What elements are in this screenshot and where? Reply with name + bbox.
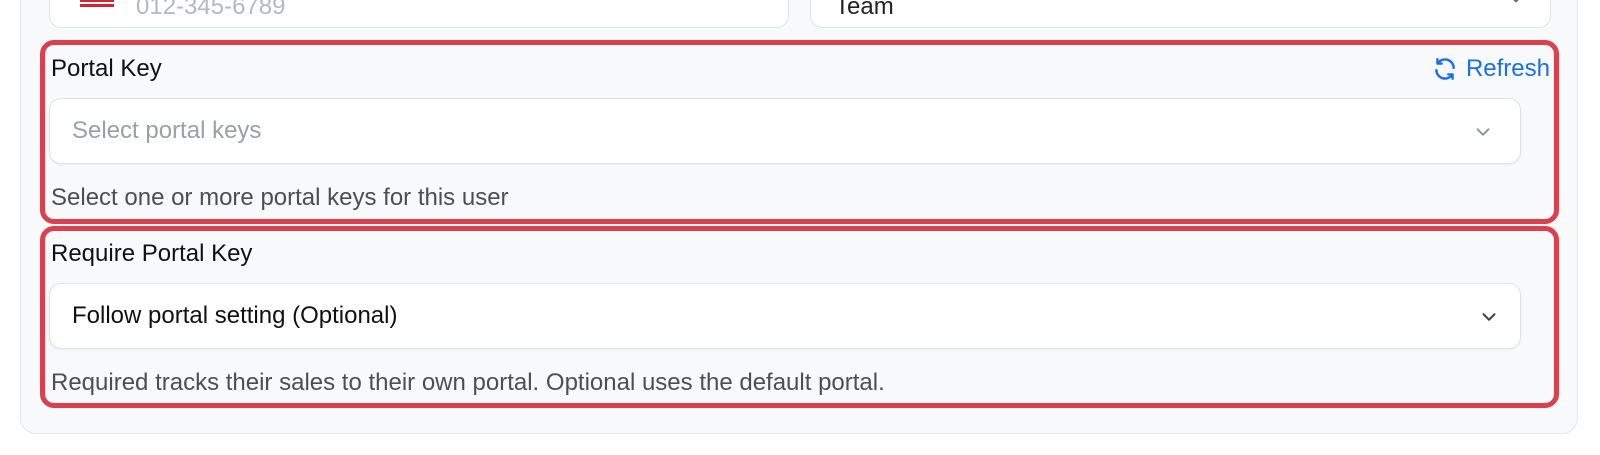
team-select[interactable]: Team bbox=[810, 0, 1551, 28]
refresh-label: Refresh bbox=[1465, 55, 1550, 82]
require-portal-key-help: Required tracks their sales to their own… bbox=[51, 369, 885, 396]
require-portal-key-section: Require Portal Key Follow portal setting… bbox=[40, 226, 1559, 408]
require-portal-key-value: Follow portal setting (Optional) bbox=[72, 302, 398, 329]
chevron-down-icon bbox=[1476, 128, 1490, 136]
portal-key-label: Portal Key bbox=[51, 55, 162, 82]
chevron-down-icon bbox=[1482, 313, 1496, 321]
portal-keys-select[interactable]: Select portal keys bbox=[49, 98, 1521, 164]
phone-input-value: 012-345-6789 bbox=[136, 0, 286, 20]
portal-key-help: Select one or more portal keys for this … bbox=[51, 184, 509, 211]
us-flag-icon bbox=[80, 0, 114, 7]
require-portal-key-select[interactable]: Follow portal setting (Optional) bbox=[49, 283, 1521, 349]
phone-input[interactable]: 012-345-6789 bbox=[49, 0, 789, 28]
refresh-button[interactable]: Refresh bbox=[1432, 55, 1550, 83]
chevron-down-icon bbox=[1513, 0, 1519, 3]
team-select-value: Team bbox=[835, 0, 894, 20]
refresh-icon bbox=[1435, 58, 1455, 80]
portal-key-section: Portal Key Refresh Select portal keys Se… bbox=[40, 40, 1559, 224]
require-portal-key-label: Require Portal Key bbox=[51, 240, 253, 267]
portal-keys-placeholder: Select portal keys bbox=[72, 117, 262, 144]
